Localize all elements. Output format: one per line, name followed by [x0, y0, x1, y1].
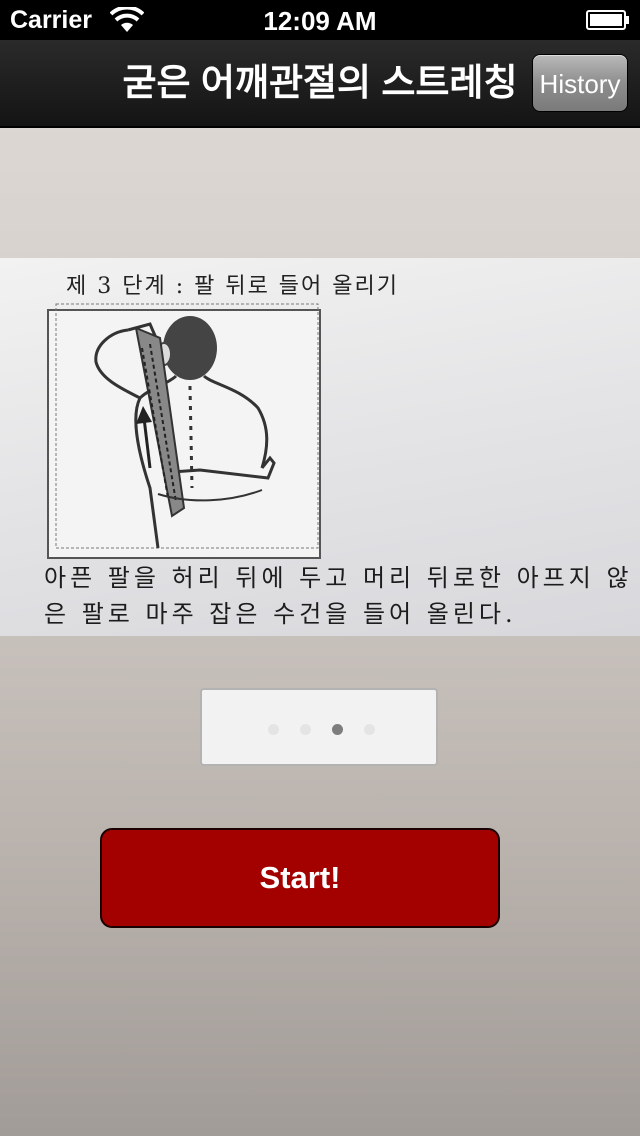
page-dot-1[interactable]	[268, 724, 279, 735]
battery-icon	[586, 10, 629, 30]
page-dot-2[interactable]	[300, 724, 311, 735]
exercise-description: 아픈 팔을 허리 뒤에 두고 머리 뒤로한 아프지 않은 팔로 마주 잡은 수건…	[44, 564, 633, 628]
page-dot-3[interactable]	[332, 724, 343, 735]
page-dot-4[interactable]	[364, 724, 375, 735]
navigation-bar: 굳은 어깨관절의 스트레칭 History	[0, 40, 640, 128]
start-button[interactable]: Start!	[100, 828, 500, 928]
page-title: 굳은 어깨관절의 스트레칭	[122, 62, 518, 103]
page-control[interactable]	[200, 688, 438, 766]
history-button[interactable]: History	[532, 54, 628, 112]
exercise-step-title: 제 3 단계 : 팔 뒤로 들어 올리기	[66, 274, 400, 299]
exercise-photo: 제 3 단계 : 팔 뒤로 들어 올리기 아픈 팔을 허리 뒤에 두고 머리 뒤…	[0, 258, 640, 636]
status-bar: Carrier 12:09 AM	[0, 0, 640, 40]
clock: 12:09 AM	[263, 6, 377, 36]
